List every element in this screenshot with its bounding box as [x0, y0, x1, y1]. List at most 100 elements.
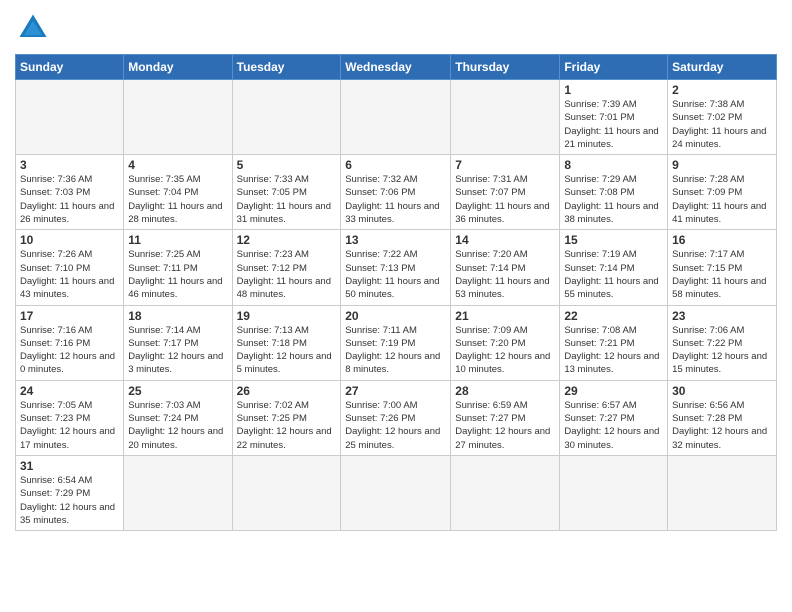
- day-info: Sunrise: 6:56 AM Sunset: 7:28 PM Dayligh…: [672, 399, 772, 452]
- calendar-cell: 2Sunrise: 7:38 AM Sunset: 7:02 PM Daylig…: [668, 80, 777, 155]
- calendar-cell: 26Sunrise: 7:02 AM Sunset: 7:25 PM Dayli…: [232, 380, 341, 455]
- day-info: Sunrise: 7:39 AM Sunset: 7:01 PM Dayligh…: [564, 98, 663, 151]
- day-info: Sunrise: 7:22 AM Sunset: 7:13 PM Dayligh…: [345, 248, 446, 301]
- calendar-cell: [560, 455, 668, 530]
- calendar-cell: 5Sunrise: 7:33 AM Sunset: 7:05 PM Daylig…: [232, 155, 341, 230]
- calendar-cell: [341, 455, 451, 530]
- calendar-cell: 10Sunrise: 7:26 AM Sunset: 7:10 PM Dayli…: [16, 230, 124, 305]
- day-info: Sunrise: 7:20 AM Sunset: 7:14 PM Dayligh…: [455, 248, 555, 301]
- day-number: 16: [672, 233, 772, 247]
- week-row-3: 10Sunrise: 7:26 AM Sunset: 7:10 PM Dayli…: [16, 230, 777, 305]
- day-number: 25: [128, 384, 227, 398]
- week-row-1: 1Sunrise: 7:39 AM Sunset: 7:01 PM Daylig…: [16, 80, 777, 155]
- calendar-cell: 1Sunrise: 7:39 AM Sunset: 7:01 PM Daylig…: [560, 80, 668, 155]
- logo-icon: [15, 10, 51, 46]
- day-info: Sunrise: 7:05 AM Sunset: 7:23 PM Dayligh…: [20, 399, 119, 452]
- calendar-cell: 8Sunrise: 7:29 AM Sunset: 7:08 PM Daylig…: [560, 155, 668, 230]
- calendar-cell: [451, 455, 560, 530]
- calendar-cell: 21Sunrise: 7:09 AM Sunset: 7:20 PM Dayli…: [451, 305, 560, 380]
- day-info: Sunrise: 7:00 AM Sunset: 7:26 PM Dayligh…: [345, 399, 446, 452]
- day-number: 7: [455, 158, 555, 172]
- day-number: 29: [564, 384, 663, 398]
- day-number: 2: [672, 83, 772, 97]
- day-number: 13: [345, 233, 446, 247]
- calendar-cell: 14Sunrise: 7:20 AM Sunset: 7:14 PM Dayli…: [451, 230, 560, 305]
- day-info: Sunrise: 7:08 AM Sunset: 7:21 PM Dayligh…: [564, 324, 663, 377]
- calendar-cell: [232, 455, 341, 530]
- calendar-cell: [16, 80, 124, 155]
- day-info: Sunrise: 7:09 AM Sunset: 7:20 PM Dayligh…: [455, 324, 555, 377]
- calendar-cell: [124, 455, 232, 530]
- calendar-cell: 31Sunrise: 6:54 AM Sunset: 7:29 PM Dayli…: [16, 455, 124, 530]
- week-row-2: 3Sunrise: 7:36 AM Sunset: 7:03 PM Daylig…: [16, 155, 777, 230]
- week-row-4: 17Sunrise: 7:16 AM Sunset: 7:16 PM Dayli…: [16, 305, 777, 380]
- day-number: 24: [20, 384, 119, 398]
- calendar-cell: 7Sunrise: 7:31 AM Sunset: 7:07 PM Daylig…: [451, 155, 560, 230]
- day-info: Sunrise: 7:26 AM Sunset: 7:10 PM Dayligh…: [20, 248, 119, 301]
- day-number: 22: [564, 309, 663, 323]
- day-number: 4: [128, 158, 227, 172]
- day-info: Sunrise: 6:57 AM Sunset: 7:27 PM Dayligh…: [564, 399, 663, 452]
- day-info: Sunrise: 7:11 AM Sunset: 7:19 PM Dayligh…: [345, 324, 446, 377]
- day-info: Sunrise: 7:33 AM Sunset: 7:05 PM Dayligh…: [237, 173, 337, 226]
- calendar-cell: [451, 80, 560, 155]
- day-info: Sunrise: 7:17 AM Sunset: 7:15 PM Dayligh…: [672, 248, 772, 301]
- calendar-cell: 29Sunrise: 6:57 AM Sunset: 7:27 PM Dayli…: [560, 380, 668, 455]
- day-number: 3: [20, 158, 119, 172]
- day-info: Sunrise: 7:13 AM Sunset: 7:18 PM Dayligh…: [237, 324, 337, 377]
- day-info: Sunrise: 7:35 AM Sunset: 7:04 PM Dayligh…: [128, 173, 227, 226]
- day-info: Sunrise: 6:59 AM Sunset: 7:27 PM Dayligh…: [455, 399, 555, 452]
- calendar-cell: [341, 80, 451, 155]
- calendar-header: SundayMondayTuesdayWednesdayThursdayFrid…: [16, 55, 777, 80]
- day-number: 5: [237, 158, 337, 172]
- calendar-cell: 30Sunrise: 6:56 AM Sunset: 7:28 PM Dayli…: [668, 380, 777, 455]
- day-number: 26: [237, 384, 337, 398]
- weekday-thursday: Thursday: [451, 55, 560, 80]
- calendar-cell: 24Sunrise: 7:05 AM Sunset: 7:23 PM Dayli…: [16, 380, 124, 455]
- calendar-cell: 25Sunrise: 7:03 AM Sunset: 7:24 PM Dayli…: [124, 380, 232, 455]
- calendar-cell: [124, 80, 232, 155]
- day-info: Sunrise: 6:54 AM Sunset: 7:29 PM Dayligh…: [20, 474, 119, 527]
- day-info: Sunrise: 7:02 AM Sunset: 7:25 PM Dayligh…: [237, 399, 337, 452]
- calendar-cell: 11Sunrise: 7:25 AM Sunset: 7:11 PM Dayli…: [124, 230, 232, 305]
- calendar-cell: 20Sunrise: 7:11 AM Sunset: 7:19 PM Dayli…: [341, 305, 451, 380]
- weekday-tuesday: Tuesday: [232, 55, 341, 80]
- header: [15, 10, 777, 46]
- day-number: 19: [237, 309, 337, 323]
- day-number: 10: [20, 233, 119, 247]
- day-number: 14: [455, 233, 555, 247]
- day-number: 27: [345, 384, 446, 398]
- calendar-cell: 9Sunrise: 7:28 AM Sunset: 7:09 PM Daylig…: [668, 155, 777, 230]
- day-info: Sunrise: 7:38 AM Sunset: 7:02 PM Dayligh…: [672, 98, 772, 151]
- calendar-cell: 4Sunrise: 7:35 AM Sunset: 7:04 PM Daylig…: [124, 155, 232, 230]
- calendar-body: 1Sunrise: 7:39 AM Sunset: 7:01 PM Daylig…: [16, 80, 777, 531]
- day-number: 23: [672, 309, 772, 323]
- day-info: Sunrise: 7:16 AM Sunset: 7:16 PM Dayligh…: [20, 324, 119, 377]
- day-number: 12: [237, 233, 337, 247]
- calendar-cell: 28Sunrise: 6:59 AM Sunset: 7:27 PM Dayli…: [451, 380, 560, 455]
- weekday-sunday: Sunday: [16, 55, 124, 80]
- weekday-monday: Monday: [124, 55, 232, 80]
- day-number: 6: [345, 158, 446, 172]
- calendar: SundayMondayTuesdayWednesdayThursdayFrid…: [15, 54, 777, 531]
- day-info: Sunrise: 7:32 AM Sunset: 7:06 PM Dayligh…: [345, 173, 446, 226]
- calendar-cell: 16Sunrise: 7:17 AM Sunset: 7:15 PM Dayli…: [668, 230, 777, 305]
- day-number: 9: [672, 158, 772, 172]
- weekday-wednesday: Wednesday: [341, 55, 451, 80]
- calendar-cell: 19Sunrise: 7:13 AM Sunset: 7:18 PM Dayli…: [232, 305, 341, 380]
- day-info: Sunrise: 7:29 AM Sunset: 7:08 PM Dayligh…: [564, 173, 663, 226]
- calendar-cell: 18Sunrise: 7:14 AM Sunset: 7:17 PM Dayli…: [124, 305, 232, 380]
- weekday-header-row: SundayMondayTuesdayWednesdayThursdayFrid…: [16, 55, 777, 80]
- day-info: Sunrise: 7:36 AM Sunset: 7:03 PM Dayligh…: [20, 173, 119, 226]
- calendar-cell: 3Sunrise: 7:36 AM Sunset: 7:03 PM Daylig…: [16, 155, 124, 230]
- day-info: Sunrise: 7:25 AM Sunset: 7:11 PM Dayligh…: [128, 248, 227, 301]
- day-number: 31: [20, 459, 119, 473]
- logo: [15, 10, 57, 46]
- day-number: 17: [20, 309, 119, 323]
- day-number: 28: [455, 384, 555, 398]
- day-info: Sunrise: 7:23 AM Sunset: 7:12 PM Dayligh…: [237, 248, 337, 301]
- weekday-saturday: Saturday: [668, 55, 777, 80]
- day-number: 20: [345, 309, 446, 323]
- day-number: 21: [455, 309, 555, 323]
- week-row-6: 31Sunrise: 6:54 AM Sunset: 7:29 PM Dayli…: [16, 455, 777, 530]
